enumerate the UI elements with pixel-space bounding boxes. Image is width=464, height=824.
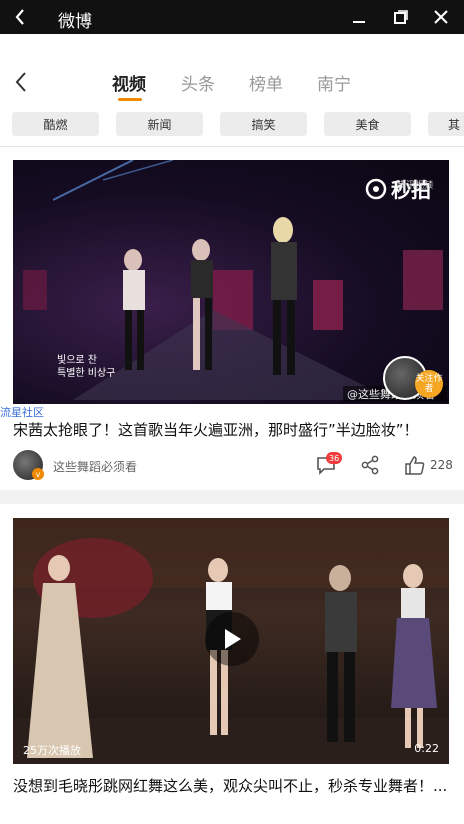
post-title[interactable]: 没想到毛晓彤跳网红舞这么美，观众尖叫不止，秒杀专业舞者！... (13, 776, 453, 797)
divider (0, 146, 464, 147)
play-icon (225, 629, 241, 649)
tab-headline[interactable]: 头条 (181, 70, 215, 95)
back-button[interactable] (6, 4, 34, 30)
chevron-left-icon (15, 9, 24, 25)
active-tab-indicator (118, 98, 142, 101)
like-button[interactable] (404, 455, 426, 475)
restore-icon (394, 10, 408, 24)
follow-author-button[interactable]: 关注作者 (415, 370, 443, 398)
page-back-button[interactable] (8, 68, 34, 96)
close-button[interactable] (428, 5, 454, 29)
post-title[interactable]: 宋茜太抢眼了！这首歌当年火遍亚洲，那时盛行”半边脸妆”！ (13, 420, 453, 441)
tab-ranking[interactable]: 榜单 (249, 70, 283, 95)
subtitle-line: 빛으로 찬 (57, 355, 97, 366)
chip-funny[interactable]: 搞笑 (220, 112, 307, 136)
thumbs-up-icon (405, 456, 425, 475)
chip-news[interactable]: 新闻 (116, 112, 203, 136)
close-icon (434, 10, 448, 24)
miaopai-logo-icon (365, 178, 387, 199)
video-duration: 0:22 (414, 742, 439, 755)
tab-nanning[interactable]: 南宁 (317, 70, 351, 95)
post-meta: v 这些舞蹈必须看 36 228 (0, 450, 464, 482)
comment-count-badge: 36 (326, 452, 343, 464)
window-titlebar: 微博 (0, 0, 464, 34)
play-count: 25万次播放 (23, 744, 81, 757)
tab-video[interactable]: 视频 (112, 70, 146, 95)
video-subtitle: 빛으로 찬 특별한 비상구 (57, 354, 115, 380)
share-icon (361, 455, 379, 475)
minimize-button[interactable] (346, 5, 372, 29)
chevron-left-icon (15, 72, 26, 92)
feed-separator (0, 490, 464, 504)
like-count: 228 (430, 458, 453, 472)
chip-food[interactable]: 美食 (324, 112, 411, 136)
chip-kuran[interactable]: 酷燃 (12, 112, 99, 136)
play-button[interactable] (205, 612, 259, 666)
window-title: 微博 (58, 12, 92, 32)
author-name[interactable]: 这些舞蹈必须看 (53, 458, 137, 475)
verified-badge-icon: v (32, 468, 44, 480)
share-button[interactable] (360, 455, 380, 475)
community-tag: 流星社区 (0, 406, 44, 419)
video-thumbnail[interactable]: 秒拍 腾讯视频 빛으로 찬 특별한 비상구 @这些舞蹈必须看 关注作者 (13, 160, 449, 404)
subtitle-line: 특별한 비상구 (57, 368, 116, 379)
channel-tabbar: 视频 头条 榜单 南宁 (0, 56, 464, 106)
restore-button[interactable] (388, 5, 414, 29)
minimize-icon (353, 21, 365, 23)
watermark-small: 腾讯视频 (396, 181, 433, 191)
chip-more[interactable]: 其 (428, 112, 464, 136)
category-chips: 酷燃 新闻 搞笑 美食 其 (0, 112, 464, 138)
video-thumbnail[interactable]: 25万次播放 0:22 (13, 518, 449, 764)
